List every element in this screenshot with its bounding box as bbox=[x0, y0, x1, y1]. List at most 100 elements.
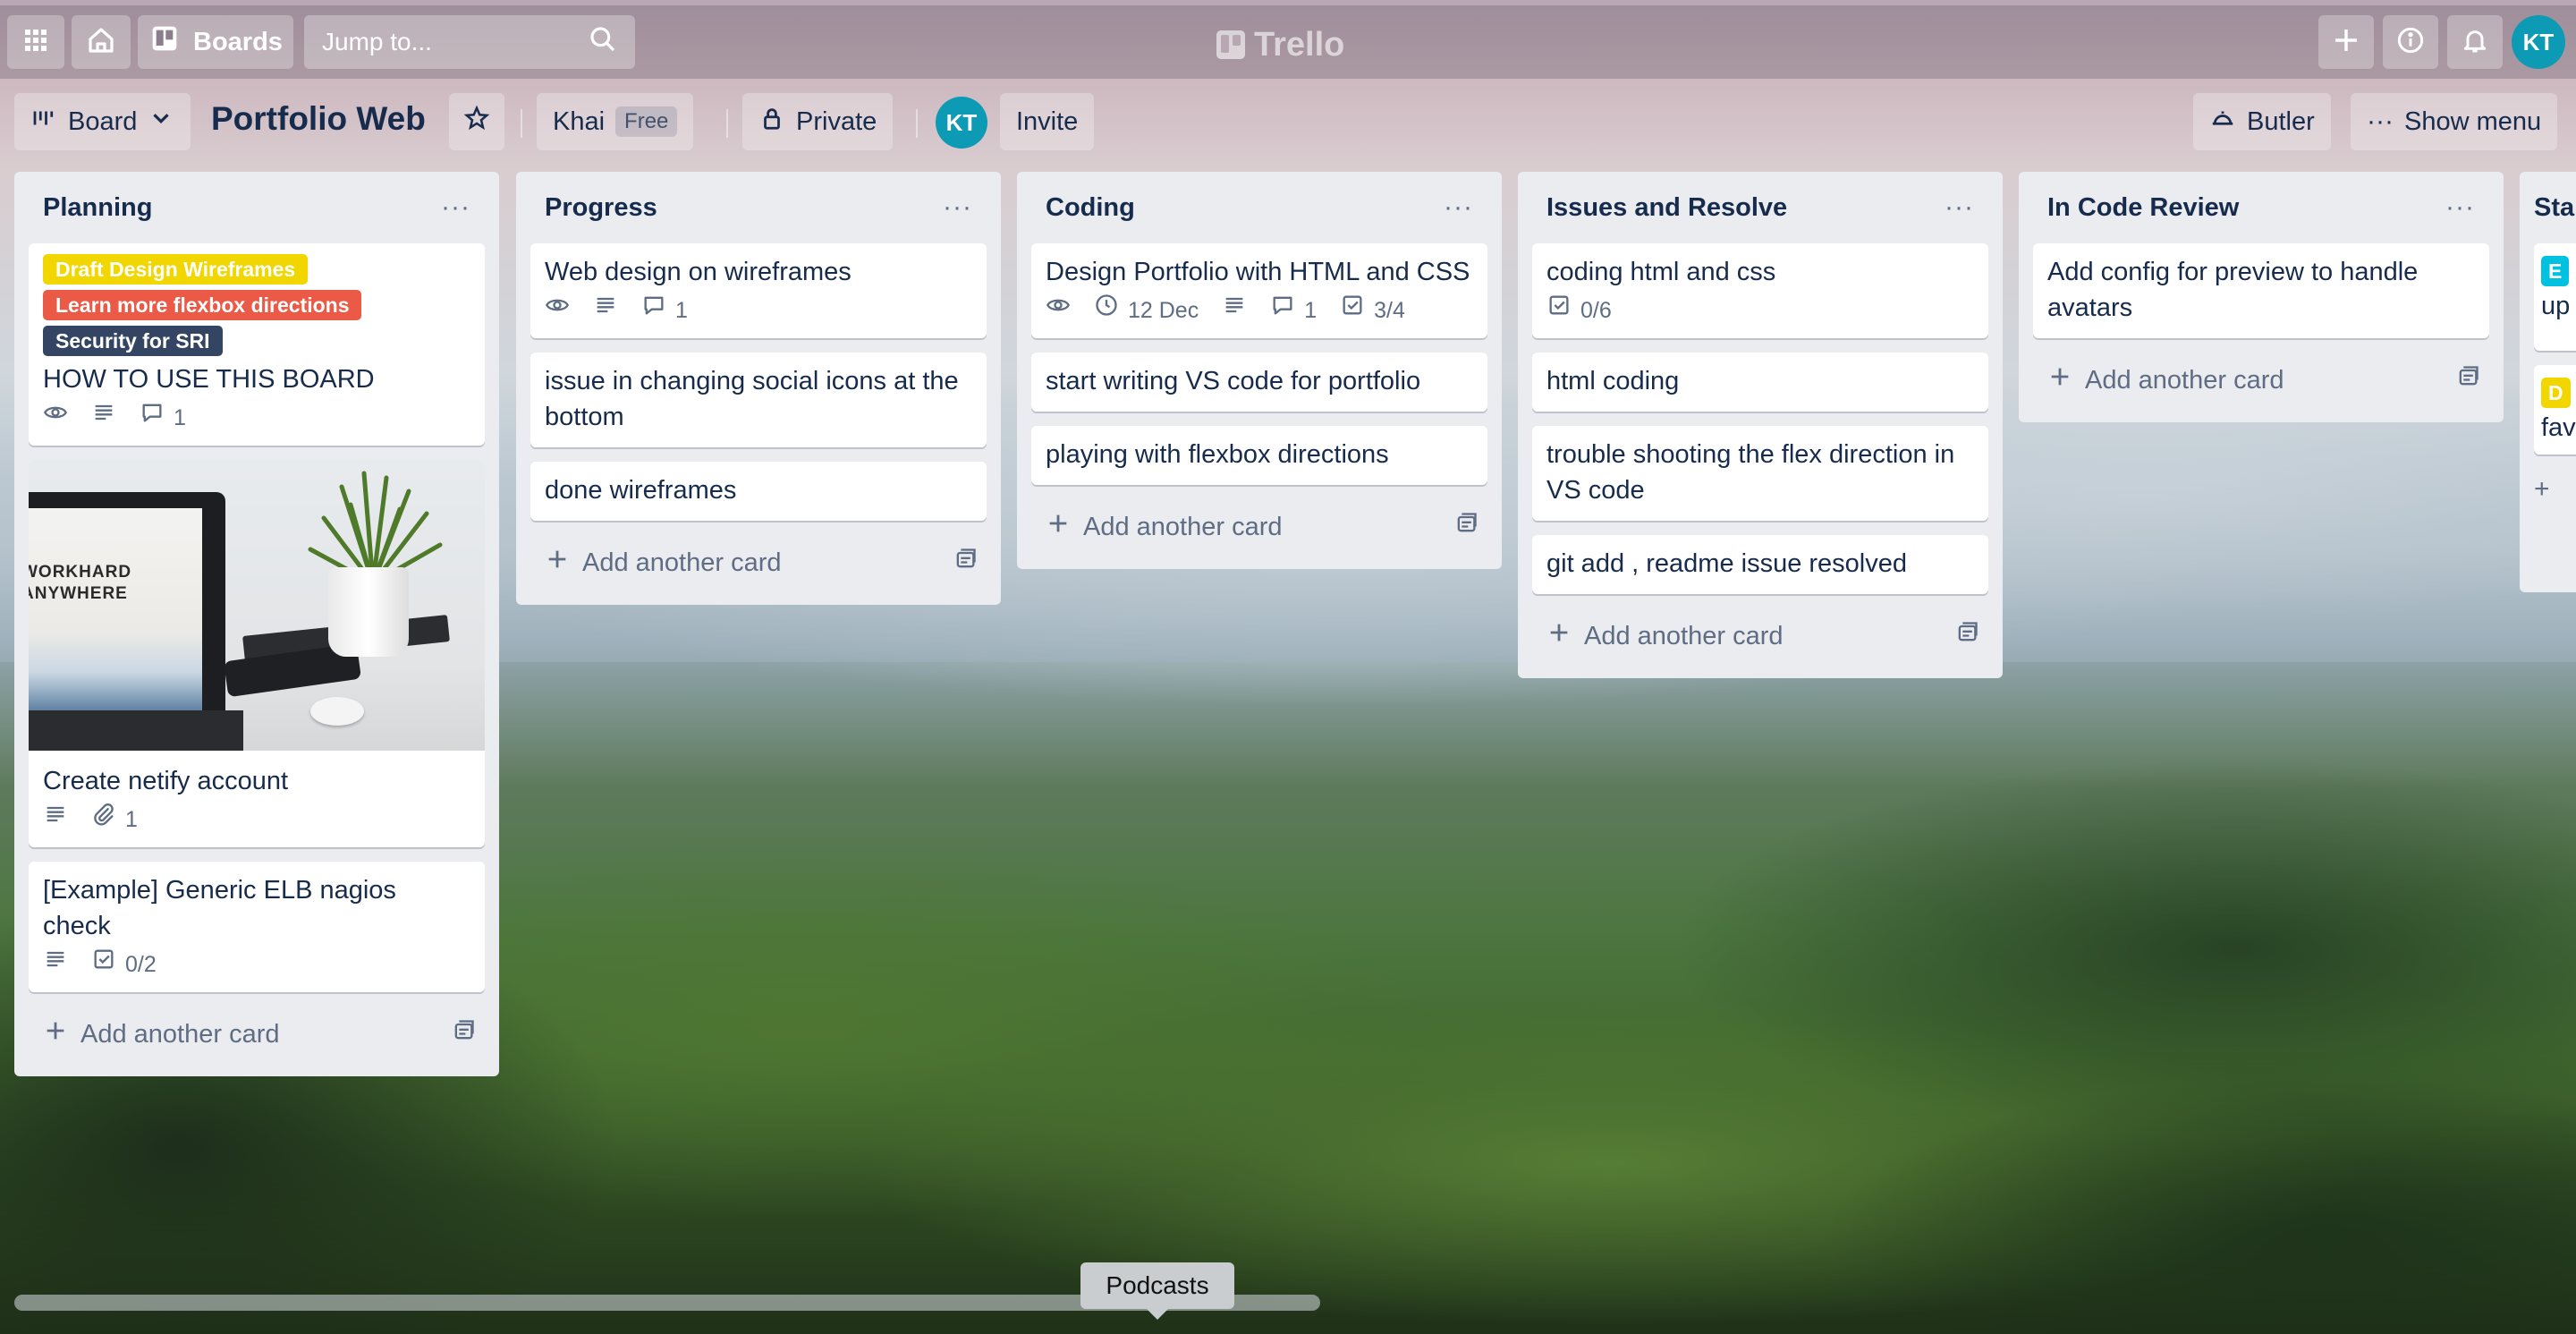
card-label-yellow[interactable]: D bbox=[2541, 378, 2571, 408]
card-list: coding html and css 0/6 html coding trou… bbox=[1532, 243, 1988, 594]
card[interactable]: html coding bbox=[1532, 353, 1988, 412]
create-from-template-icon[interactable] bbox=[953, 547, 978, 579]
visibility-button[interactable]: Private bbox=[742, 93, 894, 150]
list-issues-and-resolve: Issues and Resolve ··· coding html and c… bbox=[1518, 172, 2003, 678]
card-title: Add config for preview to handle avatars bbox=[2047, 258, 2419, 322]
list-menu-icon[interactable]: ··· bbox=[1444, 194, 1473, 221]
add-card-label: Add another card bbox=[1584, 621, 1784, 650]
home-button[interactable] bbox=[72, 15, 131, 69]
card-badges: 1 bbox=[43, 403, 470, 433]
member-initials: KT bbox=[945, 108, 978, 136]
card[interactable]: start writing VS code for portfolio bbox=[1031, 353, 1487, 412]
card[interactable]: git add , readme issue resolved bbox=[1532, 535, 1988, 594]
star-board-button[interactable] bbox=[449, 93, 504, 150]
butler-button[interactable]: Butler bbox=[2193, 93, 2331, 150]
plan-badge: Free bbox=[615, 106, 678, 137]
card[interactable]: WORKHARD ANYWHERE Create netify account … bbox=[29, 460, 485, 847]
card-list: Design Portfolio with HTML and CSS 12 De… bbox=[1031, 243, 1487, 485]
card[interactable]: [Example] Generic ELB nagios check 0/2 bbox=[29, 862, 485, 992]
user-avatar[interactable]: KT bbox=[2512, 15, 2565, 69]
workspace-button[interactable]: Khai Free bbox=[537, 93, 694, 150]
list-menu-icon[interactable]: ··· bbox=[1945, 194, 1974, 221]
card-label-yellow[interactable]: Draft Design Wireframes bbox=[43, 254, 309, 285]
attachments-badge: 1 bbox=[91, 802, 138, 837]
search-input[interactable]: Jump to... bbox=[304, 15, 635, 69]
description-icon bbox=[43, 947, 68, 982]
card-title: coding html and css bbox=[1546, 258, 1776, 286]
invite-button[interactable]: Invite bbox=[1000, 93, 1095, 150]
create-from-template-icon[interactable] bbox=[1453, 511, 1479, 543]
description-badge bbox=[91, 400, 116, 436]
list-title[interactable]: Planning bbox=[43, 193, 152, 223]
checklist-count: 0/6 bbox=[1580, 298, 1612, 323]
card-label-red[interactable]: Learn more flexbox directions bbox=[43, 290, 362, 320]
plus-icon[interactable]: + bbox=[2534, 474, 2576, 505]
card[interactable]: coding html and css 0/6 bbox=[1532, 243, 1988, 338]
member-avatar[interactable]: KT bbox=[936, 97, 987, 149]
list-title[interactable]: In Code Review bbox=[2047, 193, 2239, 223]
comments-badge: 1 bbox=[140, 400, 186, 436]
create-button[interactable] bbox=[2318, 15, 2374, 69]
list-title[interactable]: Coding bbox=[1046, 193, 1135, 223]
list-menu-icon[interactable]: ··· bbox=[943, 194, 972, 221]
eye-icon bbox=[1046, 293, 1071, 328]
add-card-button[interactable]: Add another card bbox=[2047, 364, 2284, 396]
board-title[interactable]: Portfolio Web bbox=[211, 100, 426, 138]
eye-icon bbox=[43, 400, 68, 436]
card[interactable]: D fav bbox=[2534, 365, 2576, 455]
show-menu-button[interactable]: ··· Show menu bbox=[2351, 93, 2558, 150]
list-title[interactable]: Progress bbox=[545, 193, 657, 223]
due-date: 12 Dec bbox=[1128, 298, 1199, 323]
card-label-sky[interactable]: E bbox=[2541, 256, 2570, 286]
create-from-template-icon[interactable] bbox=[1954, 620, 1979, 652]
card-label-navy[interactable]: Security for SRI bbox=[43, 326, 223, 356]
card[interactable]: E up bbox=[2534, 243, 2576, 351]
card-title: start writing VS code for portfolio bbox=[1046, 367, 1421, 395]
add-card-button[interactable]: Add another card bbox=[1546, 620, 1783, 652]
list-header: Coding ··· bbox=[1031, 172, 1487, 243]
card[interactable]: Web design on wireframes 1 bbox=[530, 243, 987, 338]
add-card-label: Add another card bbox=[2085, 365, 2284, 395]
checklist-count: 0/2 bbox=[125, 952, 157, 977]
trello-logo[interactable]: Trello bbox=[1216, 25, 1360, 64]
clock-icon bbox=[1094, 293, 1119, 328]
board-view-switcher[interactable]: Board bbox=[14, 93, 191, 150]
information-button[interactable] bbox=[2383, 15, 2438, 69]
add-card-label: Add another card bbox=[80, 1019, 280, 1049]
apps-switcher-button[interactable] bbox=[7, 15, 64, 69]
list-header: Progress ··· bbox=[530, 172, 987, 243]
checkbox-icon bbox=[91, 947, 116, 982]
notifications-button[interactable] bbox=[2447, 15, 2503, 69]
card-title: fav bbox=[2541, 413, 2576, 442]
card[interactable]: Add config for preview to handle avatars bbox=[2033, 243, 2489, 338]
list-menu-icon[interactable]: ··· bbox=[2445, 194, 2475, 221]
add-card-button[interactable]: Add another card bbox=[1046, 511, 1282, 543]
due-date-badge[interactable]: 12 Dec bbox=[1094, 293, 1199, 328]
card[interactable]: trouble shooting the flex direction in V… bbox=[1532, 426, 1988, 521]
card[interactable]: Design Portfolio with HTML and CSS 12 De… bbox=[1031, 243, 1487, 338]
create-from-template-icon[interactable] bbox=[2455, 364, 2480, 396]
add-card-button[interactable]: Add another card bbox=[545, 547, 781, 579]
home-icon bbox=[87, 26, 115, 59]
list-partial: Sta E up D fav + bbox=[2520, 172, 2576, 592]
header-divider bbox=[726, 109, 728, 138]
header-divider bbox=[916, 109, 918, 138]
card[interactable]: done wireframes bbox=[530, 462, 987, 521]
card-title: html coding bbox=[1546, 367, 1680, 395]
card-list: Draft Design Wireframes Learn more flexb… bbox=[29, 243, 485, 992]
card-badges: 1 bbox=[545, 295, 972, 326]
list-menu-icon[interactable]: ··· bbox=[441, 194, 470, 221]
list-title[interactable]: Issues and Resolve bbox=[1546, 193, 1787, 223]
list-title[interactable]: Sta bbox=[2534, 193, 2574, 223]
card[interactable]: playing with flexbox directions bbox=[1031, 426, 1487, 485]
boards-button[interactable]: Boards bbox=[138, 15, 293, 69]
eye-icon bbox=[545, 293, 570, 328]
laptop-screen-text: WORKHARD ANYWHERE bbox=[29, 563, 132, 603]
info-icon bbox=[2396, 26, 2425, 59]
card[interactable]: issue in changing social icons at the bo… bbox=[530, 353, 987, 447]
list-header: Issues and Resolve ··· bbox=[1532, 172, 1988, 243]
add-card-button[interactable]: Add another card bbox=[43, 1018, 279, 1050]
plus-icon bbox=[545, 547, 570, 579]
card[interactable]: Draft Design Wireframes Learn more flexb… bbox=[29, 243, 485, 446]
create-from-template-icon[interactable] bbox=[451, 1018, 476, 1050]
